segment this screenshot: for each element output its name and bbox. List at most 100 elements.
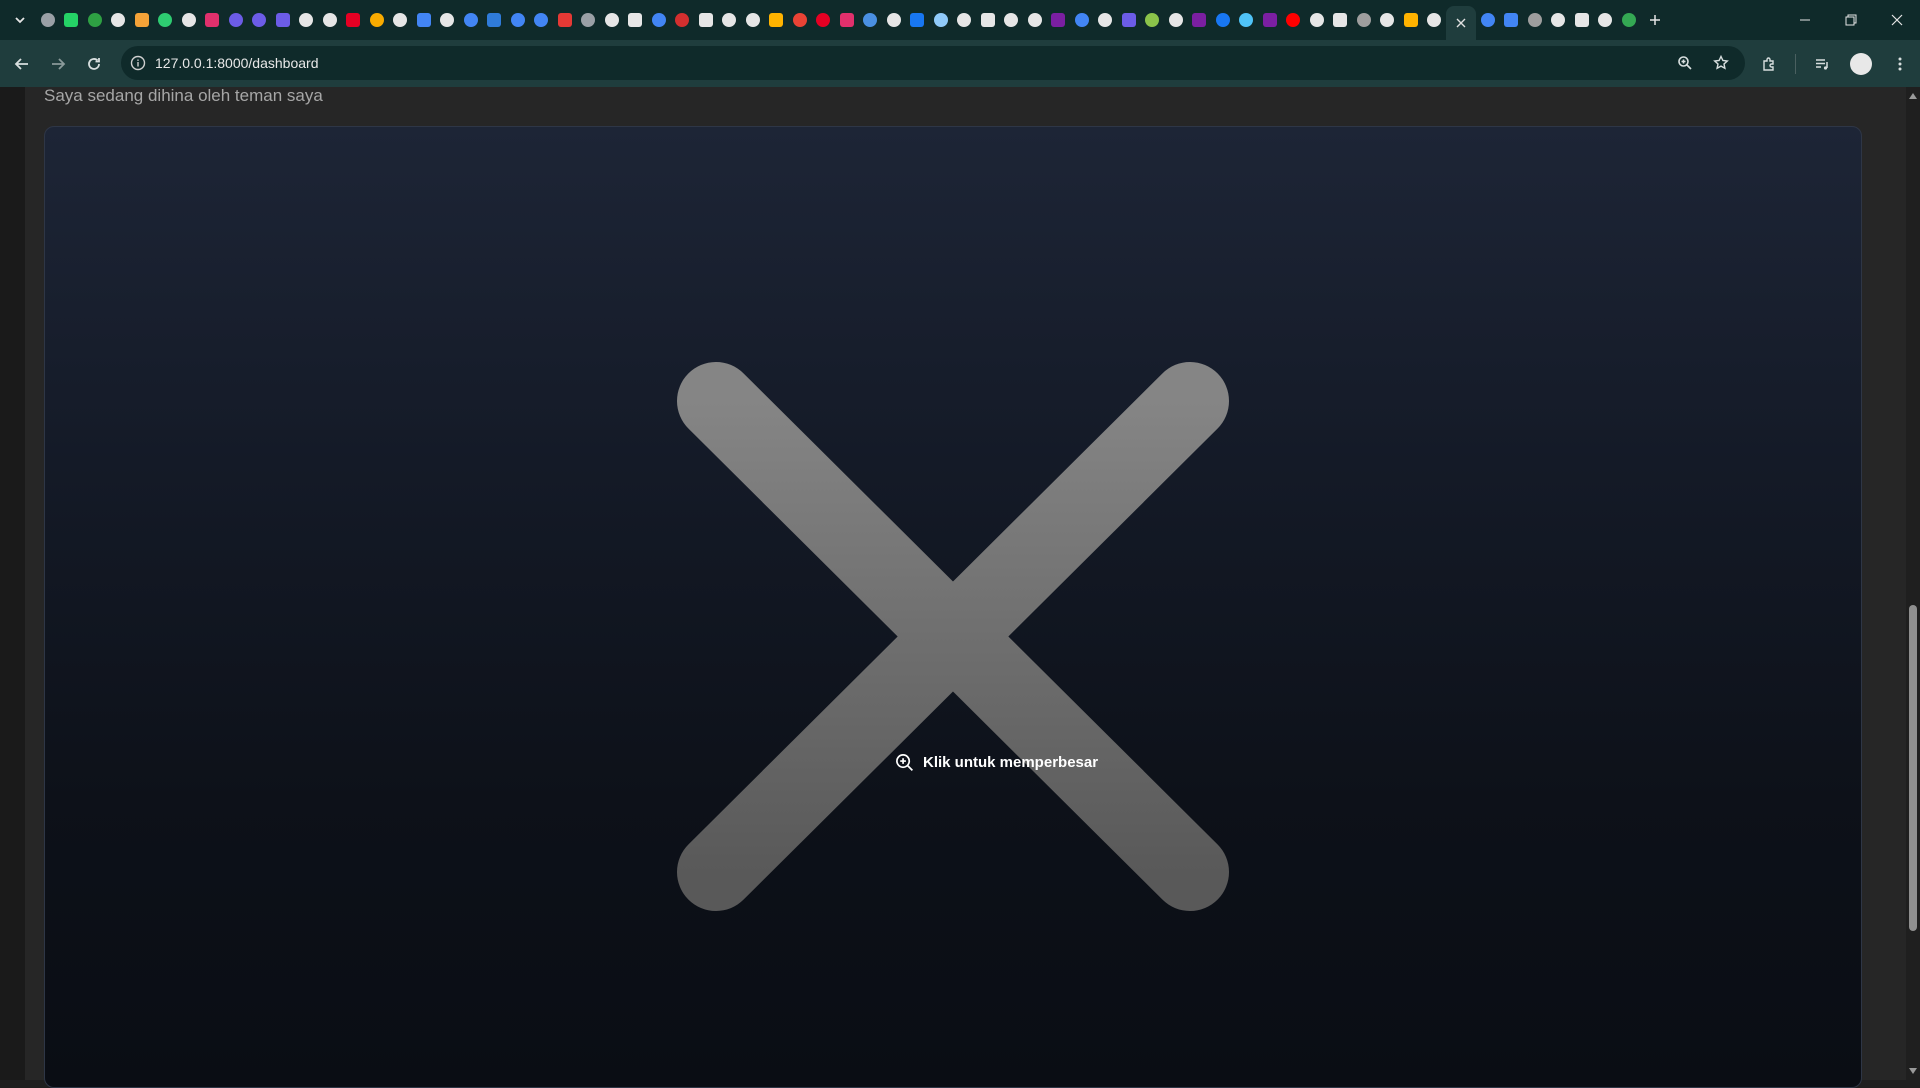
browser-tab[interactable] xyxy=(1547,0,1571,40)
browser-tab[interactable] xyxy=(130,0,154,40)
extensions-button[interactable] xyxy=(1751,46,1787,82)
browser-tab[interactable] xyxy=(976,0,1000,40)
browser-tab[interactable] xyxy=(271,0,295,40)
browser-tab[interactable] xyxy=(1594,0,1618,40)
browser-tab[interactable] xyxy=(1000,0,1024,40)
browser-tab[interactable] xyxy=(929,0,953,40)
close-window-button[interactable] xyxy=(1874,0,1920,40)
active-tab[interactable] xyxy=(1446,6,1476,40)
browser-tab[interactable] xyxy=(1235,0,1259,40)
browser-tab[interactable] xyxy=(1117,0,1141,40)
browser-tab[interactable] xyxy=(248,0,272,40)
browser-tab[interactable] xyxy=(1164,0,1188,40)
scrollbar-thumb[interactable] xyxy=(1909,605,1917,931)
tab-favicon-icon xyxy=(111,13,126,27)
minimize-button[interactable] xyxy=(1782,0,1828,40)
profile-avatar[interactable] xyxy=(1850,52,1872,75)
browser-tab[interactable] xyxy=(1070,0,1094,40)
new-tab-button[interactable] xyxy=(1641,6,1669,34)
tab-favicon-icon xyxy=(1527,13,1542,27)
star-icon xyxy=(1713,55,1729,70)
bookmark-button[interactable] xyxy=(1703,45,1739,81)
browser-tab[interactable] xyxy=(483,0,507,40)
browser-tab[interactable] xyxy=(201,0,225,40)
site-info-icon[interactable] xyxy=(121,46,155,80)
browser-tab[interactable] xyxy=(1570,0,1594,40)
browser-tab[interactable] xyxy=(389,0,413,40)
post-image[interactable]: Klik untuk memperbesar xyxy=(44,126,1862,1088)
browser-tab[interactable] xyxy=(1258,0,1282,40)
browser-tab[interactable] xyxy=(60,0,84,40)
browser-tab[interactable] xyxy=(365,0,389,40)
browser-tab[interactable] xyxy=(1352,0,1376,40)
browser-tab[interactable] xyxy=(36,0,60,40)
browser-tab[interactable] xyxy=(506,0,530,40)
page-scrollbar[interactable] xyxy=(1906,87,1920,1080)
browser-tab[interactable] xyxy=(624,0,648,40)
tab-favicon-icon xyxy=(252,13,267,27)
browser-tab[interactable] xyxy=(1617,0,1641,40)
browser-tab[interactable] xyxy=(177,0,201,40)
browser-tab[interactable] xyxy=(154,0,178,40)
browser-tab[interactable] xyxy=(741,0,765,40)
forward-button[interactable] xyxy=(40,46,76,82)
browser-tab[interactable] xyxy=(718,0,742,40)
browser-tab[interactable] xyxy=(83,0,107,40)
tab-favicon-icon xyxy=(933,13,948,27)
browser-tab[interactable] xyxy=(1305,0,1329,40)
browser-tab[interactable] xyxy=(553,0,577,40)
browser-tab[interactable] xyxy=(671,0,695,40)
browser-menu-button[interactable] xyxy=(1882,46,1918,82)
browser-tab[interactable] xyxy=(1188,0,1212,40)
browser-tab[interactable] xyxy=(107,0,131,40)
browser-tab[interactable] xyxy=(412,0,436,40)
zoom-indicator-button[interactable] xyxy=(1667,45,1703,81)
tab-favicon-icon xyxy=(1004,13,1019,27)
scroll-down-arrow[interactable] xyxy=(1909,1068,1917,1074)
browser-tab[interactable] xyxy=(859,0,883,40)
tab-favicon-icon xyxy=(1356,13,1371,27)
browser-tab[interactable] xyxy=(459,0,483,40)
browser-tab[interactable] xyxy=(577,0,601,40)
toolbar-right xyxy=(1751,40,1920,87)
browser-tab[interactable] xyxy=(906,0,930,40)
browser-tab[interactable] xyxy=(835,0,859,40)
browser-tab[interactable] xyxy=(318,0,342,40)
tab-search-button[interactable] xyxy=(8,8,32,32)
browser-tab[interactable] xyxy=(224,0,248,40)
browser-tab[interactable] xyxy=(1476,0,1500,40)
browser-tab[interactable] xyxy=(1523,0,1547,40)
browser-tab[interactable] xyxy=(1211,0,1235,40)
browser-tab[interactable] xyxy=(788,0,812,40)
browser-tab[interactable] xyxy=(1282,0,1306,40)
reload-button[interactable] xyxy=(76,46,112,82)
browser-tab[interactable] xyxy=(647,0,671,40)
browser-tab[interactable] xyxy=(295,0,319,40)
tabs-row xyxy=(36,0,1669,40)
browser-tab[interactable] xyxy=(1500,0,1524,40)
browser-tab[interactable] xyxy=(1094,0,1118,40)
browser-tab[interactable] xyxy=(812,0,836,40)
browser-tab[interactable] xyxy=(530,0,554,40)
browser-tab[interactable] xyxy=(1423,0,1447,40)
browser-tab[interactable] xyxy=(882,0,906,40)
browser-tab[interactable] xyxy=(1329,0,1353,40)
tab-favicon-icon xyxy=(792,13,807,27)
browser-tab[interactable] xyxy=(1141,0,1165,40)
browser-tab[interactable] xyxy=(436,0,460,40)
back-button[interactable] xyxy=(4,46,40,82)
browser-tab[interactable] xyxy=(1023,0,1047,40)
browser-tab[interactable] xyxy=(765,0,789,40)
browser-tab[interactable] xyxy=(1399,0,1423,40)
zoom-hint[interactable]: Klik untuk memperbesar xyxy=(895,753,1098,772)
browser-tab[interactable] xyxy=(342,0,366,40)
browser-tab[interactable] xyxy=(953,0,977,40)
browser-tab[interactable] xyxy=(1047,0,1071,40)
media-controls-button[interactable] xyxy=(1804,46,1840,82)
restore-button[interactable] xyxy=(1828,0,1874,40)
scroll-up-arrow[interactable] xyxy=(1909,93,1917,99)
browser-tab[interactable] xyxy=(694,0,718,40)
address-bar[interactable]: 127.0.0.1:8000/dashboard xyxy=(121,46,1745,80)
browser-tab[interactable] xyxy=(1376,0,1400,40)
browser-tab[interactable] xyxy=(600,0,624,40)
